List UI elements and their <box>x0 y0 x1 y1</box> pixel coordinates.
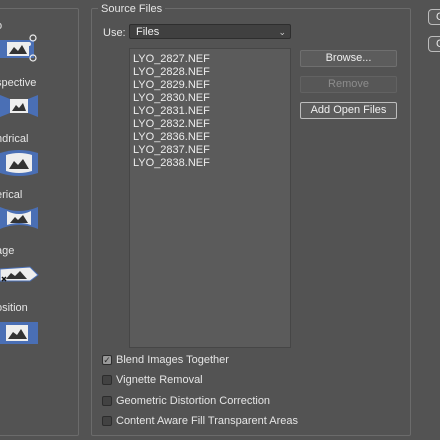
browse-button[interactable]: Browse... <box>300 50 397 67</box>
add-open-files-button[interactable]: Add Open Files <box>300 102 397 119</box>
file-list[interactable]: LYO_2827.NEF LYO_2828.NEF LYO_2829.NEF L… <box>129 48 291 348</box>
cancel-button[interactable]: C <box>428 36 440 52</box>
layout-option-reposition[interactable]: osition <box>0 302 81 358</box>
chevron-down-icon: ⌄ <box>278 27 286 37</box>
use-dropdown-value: Files <box>136 26 160 38</box>
file-list-item[interactable]: LYO_2831.NEF <box>133 105 210 118</box>
file-list-item[interactable]: LYO_2832.NEF <box>133 118 210 131</box>
source-files-title: Source Files <box>98 2 166 16</box>
spherical-layout-icon <box>0 207 38 229</box>
file-list-item[interactable]: LYO_2827.NEF <box>133 53 210 66</box>
layout-option-cylindrical[interactable]: ndrical <box>0 133 81 189</box>
use-dropdown[interactable]: Files ⌄ <box>129 24 291 39</box>
collage-layout-icon <box>0 266 39 282</box>
content-aware-fill-label: Content Aware Fill Transparent Areas <box>116 415 299 427</box>
file-list-item[interactable]: LYO_2837.NEF <box>133 144 210 157</box>
layout-option-auto[interactable]: o <box>0 20 81 76</box>
cylindrical-layout-icon <box>0 150 38 176</box>
vignette-removal-label: Vignette Removal <box>116 374 203 386</box>
file-list-item[interactable]: LYO_2828.NEF <box>133 66 210 79</box>
layout-label-collage: age <box>0 245 15 257</box>
use-label: Use: <box>103 27 126 39</box>
layout-label-reposition: osition <box>0 302 28 314</box>
ok-button[interactable]: O <box>428 9 440 25</box>
layout-label-cylindrical: ndrical <box>0 133 29 145</box>
reposition-layout-icon <box>0 322 38 344</box>
vignette-removal-checkbox[interactable] <box>102 375 112 385</box>
blend-images-checkbox[interactable]: ✓ <box>102 355 112 365</box>
geometric-distortion-checkbox[interactable] <box>102 396 112 406</box>
file-list-item[interactable]: LYO_2836.NEF <box>133 131 210 144</box>
remove-button[interactable]: Remove <box>300 76 397 93</box>
layout-option-collage[interactable]: age <box>0 245 81 301</box>
content-aware-fill-checkbox[interactable] <box>102 416 112 426</box>
layout-option-perspective[interactable]: spective <box>0 77 81 133</box>
perspective-layout-icon <box>0 95 38 117</box>
file-list-item[interactable]: LYO_2830.NEF <box>133 92 210 105</box>
auto-layout-icon <box>0 34 37 62</box>
layout-label-auto: o <box>0 20 2 32</box>
geometric-distortion-label: Geometric Distortion Correction <box>116 395 271 407</box>
blend-images-label: Blend Images Together <box>116 354 229 366</box>
file-list-item[interactable]: LYO_2838.NEF <box>133 157 210 170</box>
file-list-item[interactable]: LYO_2829.NEF <box>133 79 210 92</box>
layout-option-spherical[interactable]: erical <box>0 189 81 245</box>
layout-label-perspective: spective <box>0 77 37 89</box>
layout-label-spherical: erical <box>0 189 23 201</box>
